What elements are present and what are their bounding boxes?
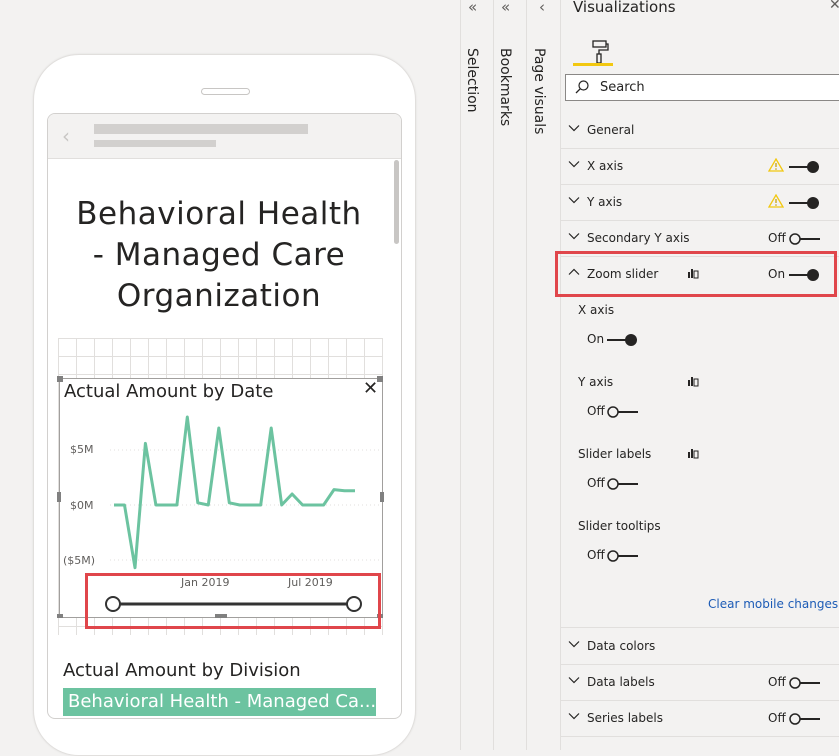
report-title-line: Behavioral Health [76,196,362,232]
slider-labels-label: Slider labels [578,447,652,461]
search-icon [575,80,589,94]
header-placeholder-title [94,124,308,134]
section-label: Data labels [587,675,655,689]
divider [561,627,839,628]
line-chart-plot [110,415,380,570]
close-icon[interactable]: ✕ [829,0,839,13]
resize-handle[interactable] [57,492,61,502]
chevron-down-icon [568,641,580,648]
zoom-x-axis-toggle[interactable] [607,333,638,347]
section-label: Data colors [587,639,656,653]
resize-handle[interactable] [57,614,63,618]
zoom-x-axis-label: X axis [578,303,615,317]
mobile-header: ‹ [48,114,401,159]
zoom-y-axis-toggle[interactable] [607,405,638,419]
zoom-y-axis-label: Y axis [578,375,614,389]
expand-chevron-icon[interactable]: « [468,0,477,16]
format-tab-underline [573,63,613,66]
slider-tooltips-label: Slider tooltips [578,519,661,533]
chart-title: Actual Amount by Date [64,381,274,402]
resize-handle[interactable] [380,492,384,502]
report-title-line: - Managed Care [92,237,346,273]
zoom-slider-highlight [85,573,381,629]
data-labels-toggle[interactable] [789,676,820,690]
section-label: Series labels [587,711,663,725]
mobile-format-icon [688,449,699,459]
chevron-down-icon [568,233,580,240]
toggle-state-label: On [587,332,605,346]
chevron-down-icon [568,713,580,720]
close-icon[interactable]: ✕ [363,378,378,399]
search-placeholder: Search [600,80,645,95]
toggle-state-label: Off [587,476,605,490]
y-tick-label: ($5M) [63,554,96,567]
selection-pane[interactable]: « Selection [460,0,494,750]
section-general[interactable]: General [561,113,839,149]
section-x-axis[interactable]: X axis [561,149,839,185]
resize-handle[interactable] [57,376,63,382]
toggle-state-label: Off [768,675,786,689]
phone-speaker [201,88,250,95]
section-data-labels[interactable]: Data labels Off [561,665,839,701]
back-arrow-icon: ‹ [62,124,70,148]
visualizations-title: Visualizations [573,0,676,16]
section-label: X axis [587,159,624,173]
page-visuals-pane-label: Page visuals [531,48,547,135]
zoom-slider-setting-highlight [555,251,837,297]
search-input[interactable]: Search [565,74,839,101]
mobile-format-icon [688,377,699,387]
division-bar[interactable]: Behavioral Health - Managed Ca... [63,688,376,716]
screen-scrollbar[interactable] [394,160,399,244]
section-label: General [587,123,635,137]
toggle-state-label: Off [587,548,605,562]
toggle-state-label: Off [587,404,605,418]
visualizations-pane: Visualizations ✕ Search General X axis Y… [560,0,839,750]
selection-pane-label: Selection [464,48,480,113]
series-line [114,415,355,570]
section-data-colors[interactable]: Data colors [561,629,839,665]
format-paint-roller-icon[interactable] [585,38,613,66]
report-canvas: ‹ Behavioral Health - Managed Care Organ… [0,0,460,756]
page-visuals-pane[interactable]: ‹ Page visuals [526,0,561,750]
y-axis-toggle[interactable] [789,196,820,210]
bookmarks-pane[interactable]: « Bookmarks [493,0,527,750]
section-label: Secondary Y axis [587,231,690,245]
x-axis-toggle[interactable] [789,160,820,174]
warning-icon [768,194,784,208]
y-tick-label: $5M [70,443,94,456]
division-bar-label: Behavioral Health - Managed Ca... [68,691,377,712]
series-labels-toggle[interactable] [789,712,820,726]
bookmarks-pane-label: Bookmarks [497,48,513,127]
slider-labels-toggle[interactable] [607,477,638,491]
chevron-down-icon [568,677,580,684]
secondary-y-axis-toggle[interactable] [789,232,820,246]
header-placeholder-subtitle [94,140,216,147]
section-label: Y axis [587,195,623,209]
chevron-down-icon [568,161,580,168]
chevron-down-icon [568,125,580,132]
division-chart-title: Actual Amount by Division [63,660,301,681]
toggle-state-label: Off [768,231,786,245]
slider-tooltips-toggle[interactable] [607,549,638,563]
chevron-down-icon [568,197,580,204]
warning-icon [768,158,784,172]
expand-chevron-icon[interactable]: ‹ [539,0,545,16]
section-y-axis[interactable]: Y axis [561,185,839,221]
expand-chevron-icon[interactable]: « [501,0,510,16]
y-tick-label: $0M [70,499,94,512]
report-title: Behavioral Health - Managed Care Organiz… [64,194,374,317]
report-title-line: Organization [116,278,322,314]
toggle-state-label: Off [768,711,786,725]
clear-mobile-changes-link[interactable]: Clear mobile changes [708,597,838,611]
section-series-labels[interactable]: Series labels Off [561,701,839,737]
